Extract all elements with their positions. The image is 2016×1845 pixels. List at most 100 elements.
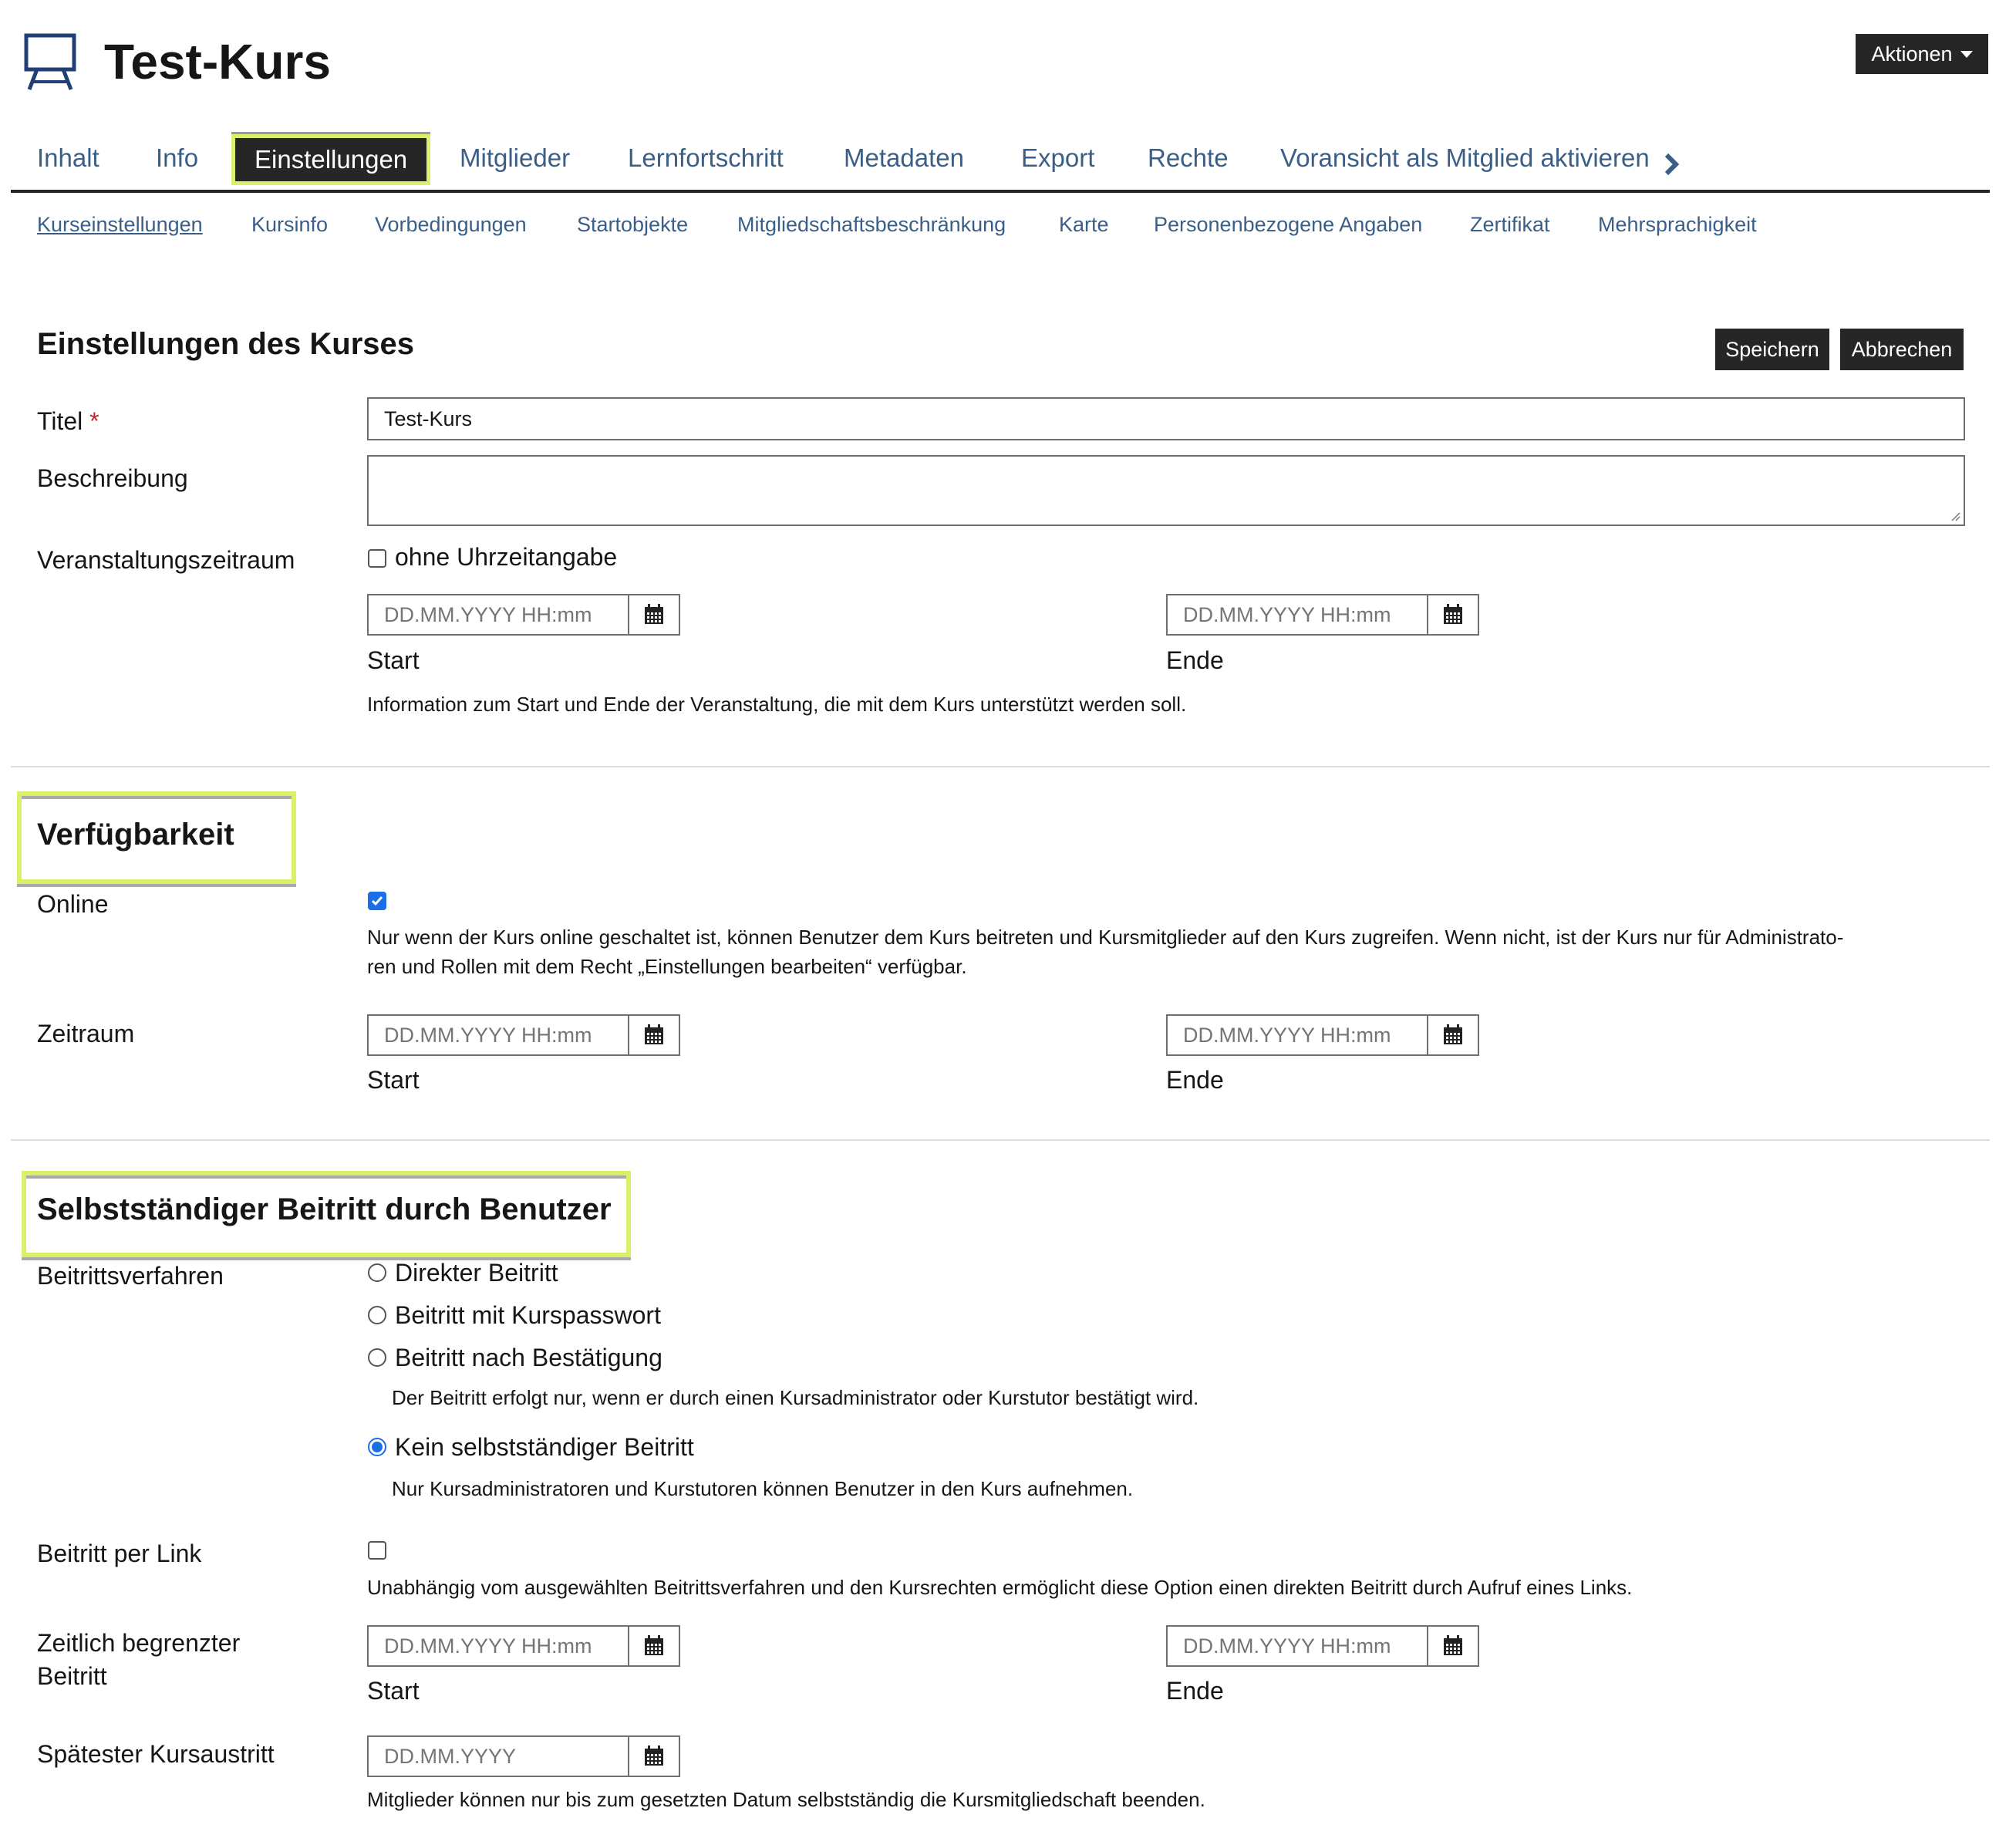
tab-metadaten[interactable]: Metadaten	[831, 139, 976, 177]
limited-join-label-line-2: Beitritt	[37, 1662, 107, 1690]
save-button[interactable]: Speichern	[1715, 329, 1829, 370]
calendar-icon	[645, 1024, 663, 1044]
latest-exit-help: Mitglieder können nur bis zum gesetzten …	[367, 1788, 1205, 1811]
event-end-input[interactable]	[1166, 594, 1427, 636]
link-join-help: Unabhängig vom ausgewählten Beitrittsver…	[367, 1576, 1633, 1599]
availability-period-label: Zeitraum	[37, 1020, 135, 1047]
link-join-label: Beitritt per Link	[37, 1540, 202, 1567]
option-password-label: Beitritt mit Kurspasswort	[395, 1301, 661, 1329]
cancel-button[interactable]: Abbrechen	[1840, 329, 1964, 370]
tab-voransicht[interactable]: Voransicht als Mitglied aktivieren	[1268, 139, 1662, 177]
radio-password[interactable]	[368, 1306, 386, 1324]
subtab-karte[interactable]: Karte	[1059, 213, 1109, 237]
subtab-vorbedingungen[interactable]: Vorbedingungen	[375, 213, 527, 237]
calendar-icon	[1444, 604, 1462, 624]
page-title: Test-Kurs	[104, 34, 331, 89]
online-checkbox[interactable]	[368, 892, 386, 910]
latest-exit-label: Spätester Kursaustritt	[37, 1740, 275, 1768]
subtab-mitgliedschaftsbeschraenkung[interactable]: Mitgliedschaftsbeschränkung	[737, 213, 1006, 237]
title-label-text: Titel	[37, 407, 83, 435]
main-tabs: Inhalt Info Einstellungen Mitglieder Ler…	[11, 131, 1990, 193]
required-mark: *	[89, 407, 99, 435]
no-time-label: ohne Uhrzeitangabe	[395, 543, 618, 571]
limited-join-label-line-1: Zeitlich begrenzter	[37, 1629, 241, 1657]
subtab-startobjekte[interactable]: Startobjekte	[577, 213, 688, 237]
description-label: Beschreibung	[37, 464, 188, 492]
radio-none[interactable]	[368, 1438, 386, 1456]
availability-start-input[interactable]	[367, 1014, 628, 1056]
event-period-label: Veranstaltungszeitraum	[37, 546, 295, 574]
calendar-button[interactable]	[628, 1735, 680, 1777]
chevron-right-icon[interactable]	[1663, 153, 1680, 176]
calendar-icon	[645, 604, 663, 624]
limited-end-picker	[1166, 1625, 1479, 1667]
availability-end-picker	[1166, 1014, 1479, 1056]
subtab-zertifikat[interactable]: Zertifikat	[1470, 213, 1550, 237]
divider	[11, 766, 1990, 767]
availability-start-label: Start	[367, 1066, 420, 1094]
calendar-button[interactable]	[628, 1014, 680, 1056]
divider	[11, 1139, 1990, 1141]
calendar-button[interactable]	[628, 594, 680, 636]
limited-start-label: Start	[367, 1677, 420, 1705]
online-help-line-1: Nur wenn der Kurs online geschaltet ist,…	[367, 926, 1844, 949]
page: Test-Kurs Aktionen Inhalt Info Einstellu…	[0, 0, 2016, 1845]
tab-einstellungen[interactable]: Einstellungen	[231, 134, 431, 185]
availability-end-label: Ende	[1166, 1066, 1224, 1094]
tab-info[interactable]: Info	[143, 139, 211, 177]
form-heading: Einstellungen des Kurses	[37, 327, 415, 361]
tab-lernfortschritt[interactable]: Lernfortschritt	[615, 139, 796, 177]
resize-grip-icon[interactable]	[1950, 511, 1960, 521]
latest-exit-input[interactable]	[367, 1735, 628, 1777]
calendar-button[interactable]	[628, 1625, 680, 1667]
description-textarea[interactable]	[367, 455, 1965, 526]
event-end-picker	[1166, 594, 1479, 636]
tab-inhalt[interactable]: Inhalt	[25, 139, 112, 177]
registration-heading: Selbstständiger Beitritt durch Benutzer	[37, 1192, 612, 1226]
calendar-icon	[1444, 1024, 1462, 1044]
procedure-label: Beitrittsverfahren	[37, 1262, 224, 1290]
online-help-line-2: ren und Rollen mit dem Recht „Einstellun…	[367, 955, 967, 978]
calendar-button[interactable]	[1427, 1625, 1479, 1667]
option-none-label: Kein selbstständiger Beitritt	[395, 1433, 694, 1461]
calendar-icon	[645, 1745, 663, 1766]
calendar-icon	[1444, 1635, 1462, 1655]
calendar-button[interactable]	[1427, 594, 1479, 636]
check-icon	[371, 896, 383, 906]
radio-confirmation[interactable]	[368, 1348, 386, 1367]
event-start-label: Start	[367, 646, 420, 674]
course-board-icon	[24, 33, 76, 90]
title-input[interactable]	[367, 397, 1965, 440]
availability-start-picker	[367, 1014, 680, 1056]
caret-down-icon	[1960, 50, 1973, 58]
calendar-button[interactable]	[1427, 1014, 1479, 1056]
availability-heading: Verfügbarkeit	[37, 818, 234, 852]
event-period-help: Information zum Start und Ende der Veran…	[367, 693, 1187, 716]
subtab-mehrsprachigkeit[interactable]: Mehrsprachigkeit	[1598, 213, 1757, 237]
actions-label: Aktionen	[1871, 42, 1953, 66]
subtab-personenbezogene-angaben[interactable]: Personenbezogene Angaben	[1154, 213, 1422, 237]
no-time-checkbox[interactable]	[368, 549, 386, 568]
link-join-checkbox[interactable]	[368, 1541, 386, 1560]
radio-direct[interactable]	[368, 1263, 386, 1282]
online-label: Online	[37, 890, 109, 918]
limited-end-label: Ende	[1166, 1677, 1224, 1705]
limited-start-input[interactable]	[367, 1625, 628, 1667]
limited-end-input[interactable]	[1166, 1625, 1427, 1667]
calendar-icon	[645, 1635, 663, 1655]
tab-rechte[interactable]: Rechte	[1135, 139, 1241, 177]
tab-export[interactable]: Export	[1009, 139, 1107, 177]
title-label: Titel *	[37, 407, 99, 436]
option-none-help: Nur Kursadministratoren und Kurstutoren …	[392, 1477, 1134, 1500]
tab-mitglieder[interactable]: Mitglieder	[447, 139, 582, 177]
option-confirmation-help: Der Beitritt erfolgt nur, wenn er durch …	[392, 1386, 1199, 1409]
availability-end-input[interactable]	[1166, 1014, 1427, 1056]
option-confirmation-label: Beitritt nach Bestätigung	[395, 1344, 662, 1371]
subtab-kursinfo[interactable]: Kursinfo	[251, 213, 328, 237]
event-end-label: Ende	[1166, 646, 1224, 674]
subtab-kurseinstellungen[interactable]: Kurseinstellungen	[37, 213, 203, 237]
actions-button[interactable]: Aktionen	[1856, 34, 1988, 74]
event-start-input[interactable]	[367, 594, 628, 636]
latest-exit-picker	[367, 1735, 680, 1777]
event-start-picker	[367, 594, 680, 636]
